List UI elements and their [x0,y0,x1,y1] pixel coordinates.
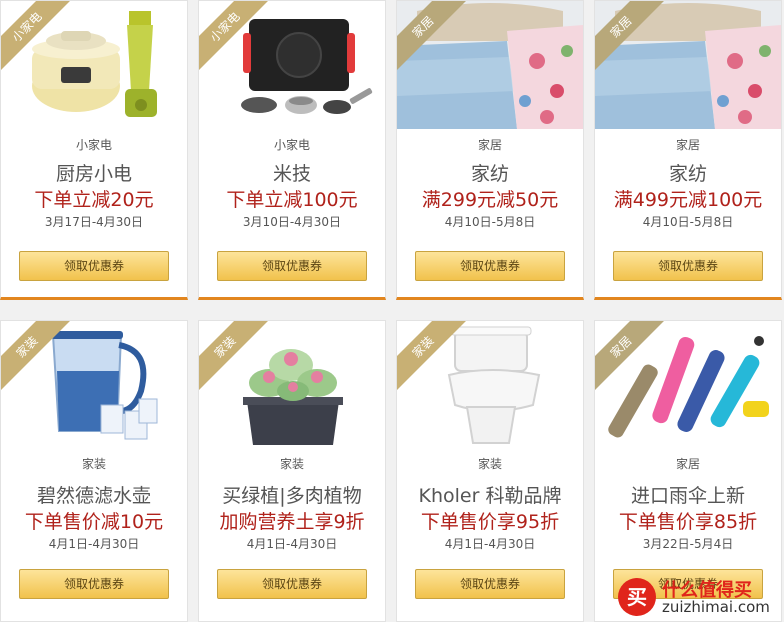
promo-offer[interactable]: 加购营养土享9折 [199,507,385,534]
coupon-grid: 小家电 小家电 厨房小电 下单立减20元 3月17日-4月30日 领取优惠券 小… [0,0,784,622]
site-watermark: 买 什么值得买 zuizhimai.com [618,568,780,620]
watermark-url: zuizhimai.com [662,598,770,616]
promo-date: 4月1日-4月30日 [48,537,140,551]
get-coupon-button[interactable]: 领取优惠券 [415,251,565,281]
watermark-logo-icon: 买 [618,578,656,616]
coupon-card: 小家电 小家电 厨房小电 下单立减20元 3月17日-4月30日 领取优惠券 [0,0,188,300]
promo-title[interactable]: Kholer 科勒品牌 [397,481,583,508]
promo-title[interactable]: 厨房小电 [1,159,187,186]
promo-title[interactable]: 家纺 [397,159,583,186]
coupon-card: 家装 家装 Kholer 科勒品牌 下单售价享95折 4月1日-4月30日 领取… [396,320,584,622]
promo-title[interactable]: 米技 [199,159,385,186]
get-coupon-button[interactable]: 领取优惠券 [415,569,565,599]
get-coupon-button[interactable]: 领取优惠券 [19,569,169,599]
category-label: 家装 [81,457,106,471]
promo-offer[interactable]: 下单立减100元 [199,185,385,212]
coupon-card: 家居 家居 家纺 满499元减100元 4月10日-5月8日 领取优惠券 [594,0,782,300]
category-label: 家居 [675,457,700,471]
category-label: 家装 [279,457,304,471]
promo-offer[interactable]: 下单立减20元 [1,185,187,212]
category-label: 家装 [477,457,502,471]
promo-offer[interactable]: 满499元减100元 [595,185,781,212]
promo-offer[interactable]: 下单售价享95折 [397,507,583,534]
category-label: 家居 [477,138,502,152]
coupon-card: 家装 家装 碧然德滤水壶 下单售价减10元 4月1日-4月30日 领取优惠券 [0,320,188,622]
promo-title[interactable]: 碧然德滤水壶 [1,481,187,508]
promo-title[interactable]: 家纺 [595,159,781,186]
get-coupon-button[interactable]: 领取优惠券 [217,569,367,599]
promo-date: 4月1日-4月30日 [246,537,338,551]
get-coupon-button[interactable]: 领取优惠券 [217,251,367,281]
get-coupon-button[interactable]: 领取优惠券 [19,251,169,281]
promo-offer[interactable]: 下单售价享85折 [595,507,781,534]
get-coupon-button[interactable]: 领取优惠券 [613,251,763,281]
category-label: 小家电 [273,138,310,152]
promo-date: 4月1日-4月30日 [444,537,536,551]
category-label: 小家电 [75,138,112,152]
promo-date: 4月10日-5月8日 [444,215,536,229]
promo-offer[interactable]: 下单售价减10元 [1,507,187,534]
promo-offer[interactable]: 满299元减50元 [397,185,583,212]
promo-date: 4月10日-5月8日 [642,215,734,229]
category-label: 家居 [675,138,700,152]
coupon-card: 家装 家装 买绿植|多肉植物 加购营养土享9折 4月1日-4月30日 领取优惠券 [198,320,386,622]
promo-title[interactable]: 买绿植|多肉植物 [199,481,385,508]
promo-title[interactable]: 进口雨伞上新 [595,481,781,508]
promo-date: 3月17日-4月30日 [44,215,144,229]
coupon-card: 家居 家居 家纺 满299元减50元 4月10日-5月8日 领取优惠券 [396,0,584,300]
promo-date: 3月10日-4月30日 [242,215,342,229]
promo-date: 3月22日-5月4日 [642,537,734,551]
coupon-card: 小家电 小家电 米技 下单立减100元 3月10日-4月30日 领取优惠券 [198,0,386,300]
